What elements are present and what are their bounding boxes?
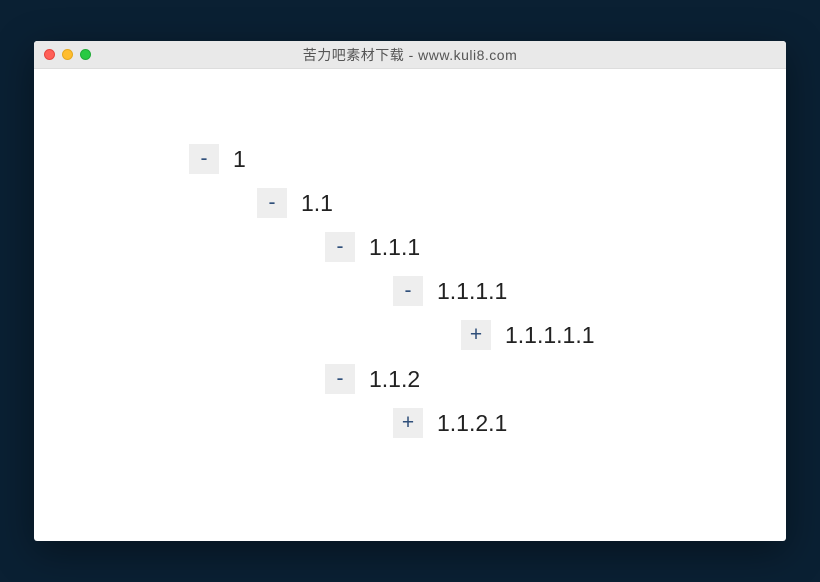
node-label: 1.1.1 xyxy=(369,234,420,261)
tree-view: - 1 - 1.1 - 1.1.1 - 1.1.1.1 xyxy=(34,69,786,438)
tree-node-1-1[interactable]: - 1.1 xyxy=(257,188,786,218)
tree-node-1-1-1[interactable]: - 1.1.1 xyxy=(325,232,786,262)
titlebar: 苦力吧素材下载 - www.kuli8.com xyxy=(34,41,786,69)
app-window: 苦力吧素材下载 - www.kuli8.com - 1 - 1.1 - 1.1.… xyxy=(34,41,786,541)
node-label: 1 xyxy=(233,146,246,173)
node-label: 1.1.2 xyxy=(369,366,420,393)
collapse-icon[interactable]: - xyxy=(189,144,219,174)
close-icon[interactable] xyxy=(44,49,55,60)
node-label: 1.1.1.1 xyxy=(437,278,507,305)
minimize-icon[interactable] xyxy=(62,49,73,60)
tree-node-1-1-2[interactable]: - 1.1.2 xyxy=(325,364,786,394)
tree-node-1[interactable]: - 1 xyxy=(189,144,786,174)
tree-node-1-1-1-1-1[interactable]: + 1.1.1.1.1 xyxy=(461,320,786,350)
collapse-icon[interactable]: - xyxy=(325,232,355,262)
tree-node-1-1-2-1[interactable]: + 1.1.2.1 xyxy=(393,408,786,438)
collapse-icon[interactable]: - xyxy=(393,276,423,306)
node-label: 1.1 xyxy=(301,190,333,217)
tree-node-1-1-1-1[interactable]: - 1.1.1.1 xyxy=(393,276,786,306)
traffic-lights xyxy=(34,49,91,60)
collapse-icon[interactable]: - xyxy=(257,188,287,218)
node-label: 1.1.2.1 xyxy=(437,410,507,437)
collapse-icon[interactable]: - xyxy=(325,364,355,394)
node-label: 1.1.1.1.1 xyxy=(505,322,595,349)
expand-icon[interactable]: + xyxy=(461,320,491,350)
maximize-icon[interactable] xyxy=(80,49,91,60)
window-title: 苦力吧素材下载 - www.kuli8.com xyxy=(34,45,786,65)
expand-icon[interactable]: + xyxy=(393,408,423,438)
